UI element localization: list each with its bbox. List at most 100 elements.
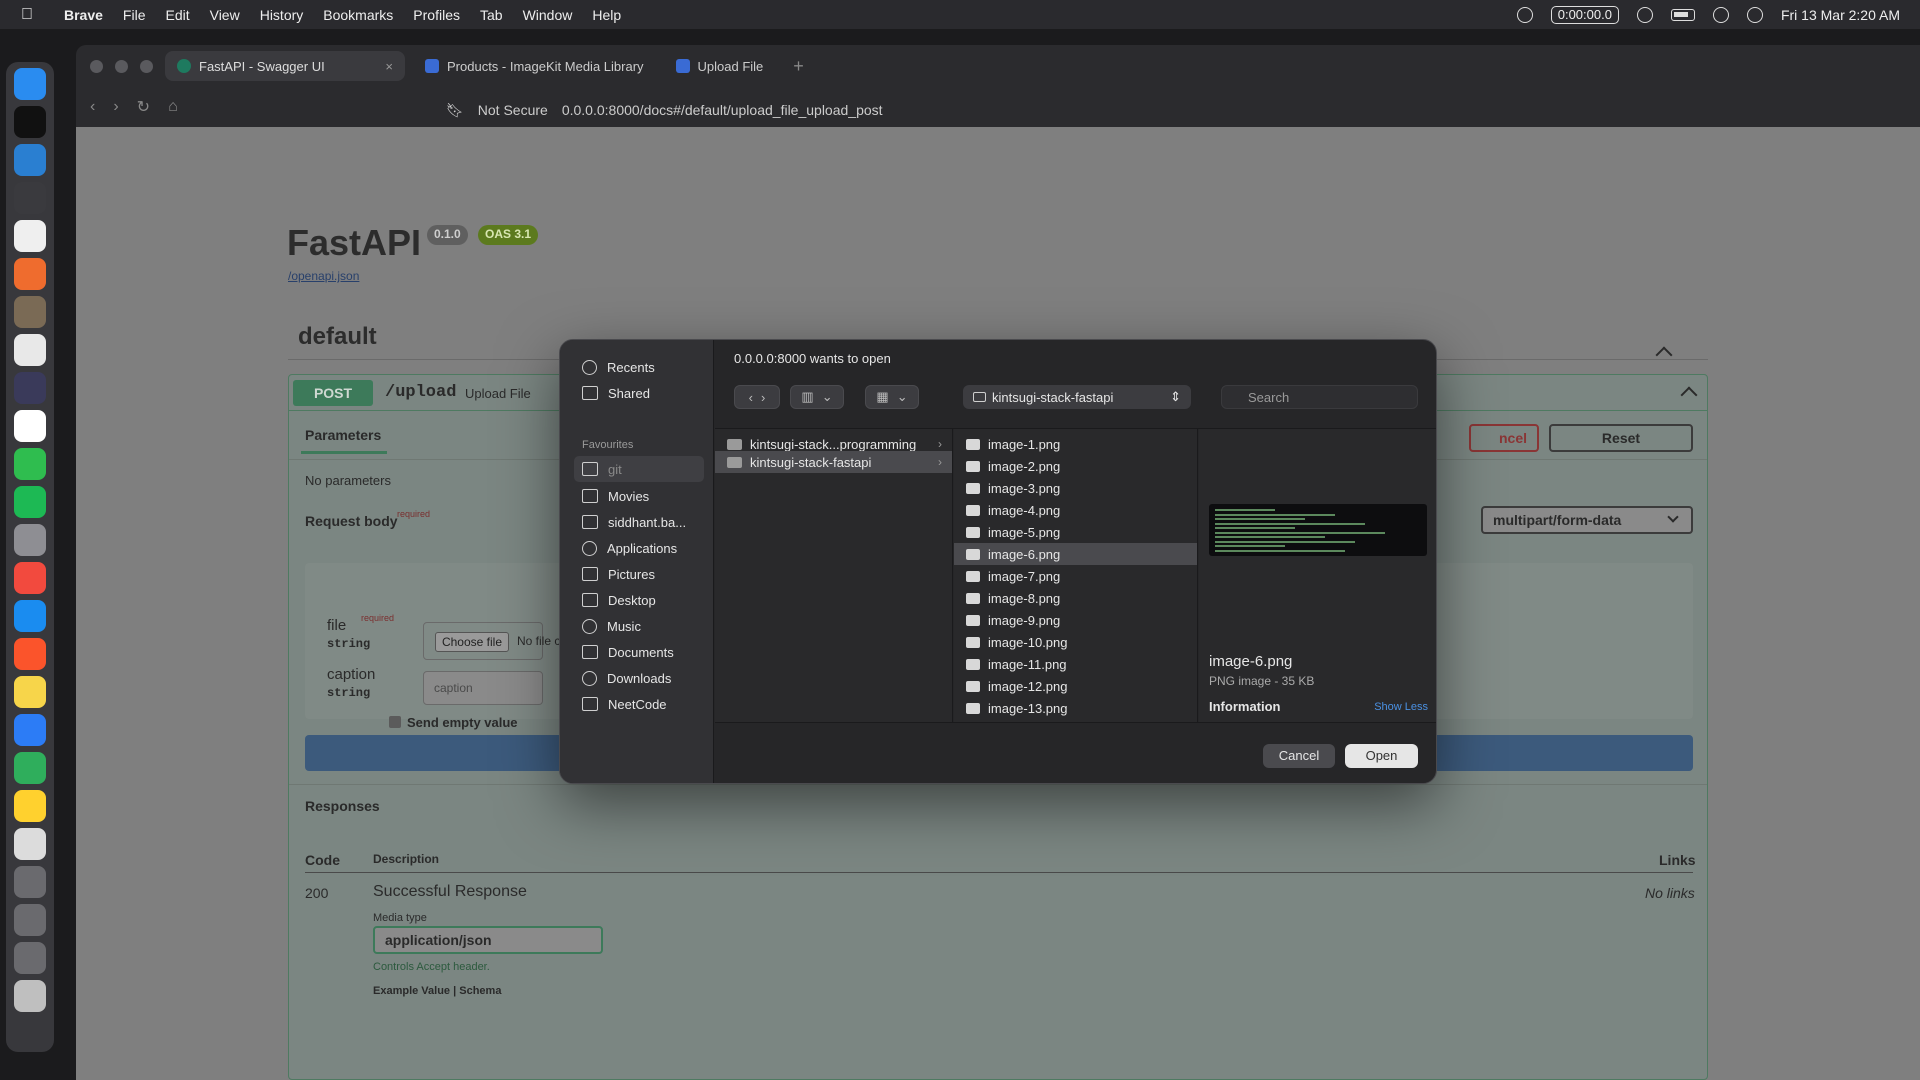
reset-button[interactable]: Reset xyxy=(1549,424,1693,452)
send-empty-checkbox[interactable] xyxy=(389,716,401,728)
list-item[interactable]: image-7.png xyxy=(954,565,1197,587)
vscode-icon[interactable] xyxy=(14,144,46,176)
list-item[interactable]: image-4.png xyxy=(954,499,1197,521)
chatgpt-icon[interactable] xyxy=(14,334,46,366)
reload-icon[interactable]: ↻ xyxy=(137,97,150,117)
sidebar-item-git[interactable]: git xyxy=(574,456,704,482)
timer-status[interactable]: 0:00:00.0 xyxy=(1550,5,1619,24)
notion-icon[interactable] xyxy=(14,410,46,442)
minimize-window-icon[interactable] xyxy=(115,59,128,73)
bookmark-icon[interactable]: 🔖︎ xyxy=(446,102,464,119)
tablet-icon[interactable] xyxy=(14,220,46,252)
example-value-label[interactable]: Example Value xyxy=(373,985,450,997)
home-icon[interactable]: ⌂ xyxy=(168,98,178,116)
not-secure-label[interactable]: Not Secure xyxy=(478,102,548,118)
list-item[interactable]: image-12.png xyxy=(954,675,1197,697)
color-picker-icon[interactable] xyxy=(1636,6,1653,23)
menu-app-brave[interactable]: Brave xyxy=(54,7,113,23)
list-item[interactable]: image-3.png xyxy=(954,477,1197,499)
sheets-icon[interactable] xyxy=(14,752,46,784)
menu-history[interactable]: History xyxy=(250,7,314,23)
url-text[interactable]: 0.0.0.0:8000/docs#/default/upload_file_u… xyxy=(562,102,883,118)
forward-icon[interactable]: › xyxy=(113,98,118,116)
sidebar-item-pictures[interactable]: Pictures xyxy=(574,561,704,587)
chrome-icon[interactable] xyxy=(14,790,46,822)
play-icon[interactable] xyxy=(1712,6,1729,23)
content-type-select[interactable]: multipart/form-data xyxy=(1481,506,1693,534)
group-button[interactable]: ▦ ⌄ xyxy=(865,385,919,409)
list-item[interactable]: image-10.png xyxy=(954,631,1197,653)
menu-help[interactable]: Help xyxy=(582,7,631,23)
cancel-button[interactable]: ncel xyxy=(1469,424,1539,452)
chevron-up-icon[interactable] xyxy=(1655,346,1673,364)
finder-icon[interactable] xyxy=(14,68,46,100)
tab-parameters[interactable]: Parameters xyxy=(305,427,381,443)
obs-icon[interactable] xyxy=(14,372,46,404)
media-type-select[interactable]: application/json xyxy=(373,926,603,954)
menu-profiles[interactable]: Profiles xyxy=(403,7,470,23)
choose-file-button[interactable]: Choose file xyxy=(435,632,509,652)
show-less-link[interactable]: Show Less xyxy=(1374,701,1428,713)
list-item[interactable]: image-11.png xyxy=(954,653,1197,675)
xcode-icon[interactable] xyxy=(14,182,46,214)
gimp-icon[interactable] xyxy=(14,296,46,328)
menu-view[interactable]: View xyxy=(200,7,250,23)
address-bar[interactable]: 🔖︎ Not Secure 0.0.0.0:8000/docs#/default… xyxy=(446,95,883,125)
menu-tab[interactable]: Tab xyxy=(470,7,513,23)
openapi-json-link[interactable]: /openapi.json xyxy=(288,269,359,283)
sidebar-item-shared[interactable]: Shared xyxy=(574,380,704,406)
menu-bookmarks[interactable]: Bookmarks xyxy=(313,7,403,23)
list-item[interactable]: image-2.png xyxy=(954,455,1197,477)
open-button[interactable]: Open xyxy=(1345,744,1418,768)
zoom-window-icon[interactable] xyxy=(140,59,153,73)
tab-upload-file[interactable]: Upload File xyxy=(664,51,776,81)
sidebar-item-documents[interactable]: Documents xyxy=(574,639,704,665)
sidebar-item-music[interactable]: Music xyxy=(574,613,704,639)
folder-c-icon[interactable] xyxy=(14,942,46,974)
menu-file[interactable]: File xyxy=(113,7,156,23)
list-item[interactable]: image-13.png xyxy=(954,697,1197,719)
sidebar-item-recents[interactable]: Recents xyxy=(574,354,704,380)
example-value-tab[interactable]: Example Value | Schema xyxy=(373,985,501,997)
cancel-button[interactable]: Cancel xyxy=(1263,744,1335,768)
folder-path-popup[interactable]: kintsugi-stack-fastapi ⇕ xyxy=(963,385,1191,409)
section-heading[interactable]: default xyxy=(298,323,377,351)
back-icon[interactable]: ‹ xyxy=(90,98,95,116)
list-item-selected[interactable]: kintsugi-stack-fastapi › xyxy=(715,451,952,473)
back-icon[interactable]: ‹ xyxy=(749,390,753,405)
menu-edit[interactable]: Edit xyxy=(155,7,199,23)
tasks-icon[interactable] xyxy=(14,714,46,746)
sidebar-item-neetcode[interactable]: NeetCode xyxy=(574,691,704,717)
new-tab-icon[interactable]: + xyxy=(783,56,814,77)
brave-icon[interactable] xyxy=(14,638,46,670)
battery-icon[interactable] xyxy=(1670,8,1695,21)
nav-back-forward[interactable]: ‹ › xyxy=(734,385,780,409)
spotify-icon[interactable] xyxy=(14,486,46,518)
apple-icon[interactable]:  xyxy=(0,6,54,24)
search-input[interactable]: Search xyxy=(1221,385,1418,409)
trash-icon[interactable] xyxy=(14,980,46,1012)
list-item[interactable]: image-9.png xyxy=(954,609,1197,631)
caption-input[interactable]: caption xyxy=(423,671,543,705)
sidebar-item-home[interactable]: siddhant.ba... xyxy=(574,509,704,535)
folder-a-icon[interactable] xyxy=(14,866,46,898)
notes-icon[interactable] xyxy=(14,676,46,708)
view-columns-button[interactable]: ▥ ⌄ xyxy=(790,385,844,409)
close-tab-icon[interactable]: × xyxy=(385,59,393,74)
safari-icon[interactable] xyxy=(14,600,46,632)
tab-imagekit[interactable]: Products - ImageKit Media Library xyxy=(413,51,656,81)
chevron-up-icon[interactable] xyxy=(1680,386,1698,404)
folder-b-icon[interactable] xyxy=(14,904,46,936)
list-item[interactable]: image-1.png xyxy=(954,433,1197,455)
menu-window[interactable]: Window xyxy=(513,7,583,23)
list-item[interactable]: image-5.png xyxy=(954,521,1197,543)
sidebar-item-downloads[interactable]: Downloads xyxy=(574,665,704,691)
sketch-icon[interactable] xyxy=(14,258,46,290)
chatgpt-status-icon[interactable] xyxy=(1516,6,1533,23)
sidebar-item-applications[interactable]: Applications xyxy=(574,535,704,561)
system-settings-icon[interactable] xyxy=(14,524,46,556)
control-center-icon[interactable] xyxy=(1746,6,1763,23)
terminal-icon[interactable] xyxy=(14,106,46,138)
schema-tab[interactable]: Schema xyxy=(459,985,501,997)
tab-fastapi-swagger[interactable]: FastAPI - Swagger UI × xyxy=(165,51,405,81)
